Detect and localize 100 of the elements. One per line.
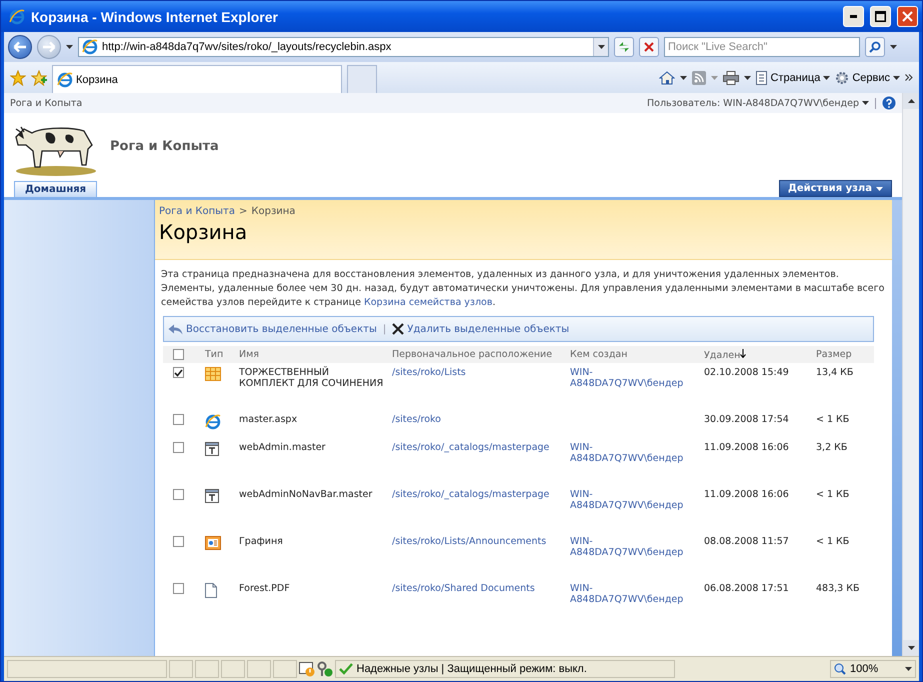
item-size: 3,2 КБ (816, 442, 848, 453)
breadcrumb-separator: > (239, 206, 248, 217)
security-zone: Надежные узлы | Защищенный режим: выкл. (334, 660, 674, 678)
caret-icon[interactable] (66, 45, 73, 49)
column-header[interactable]: Тип (201, 346, 235, 363)
user-menu[interactable]: Пользователь: WIN-A848DA7Q7WV\бендер (647, 98, 869, 108)
caret-icon[interactable] (908, 646, 914, 650)
checkbox[interactable] (173, 367, 184, 378)
caret-icon[interactable] (598, 45, 604, 49)
caret-icon[interactable] (890, 45, 897, 49)
page-icon (756, 70, 768, 84)
deleted-date: 08.08.2008 11:57 (704, 536, 789, 547)
site-tab[interactable]: Домашняя (14, 181, 98, 197)
security-icon[interactable] (316, 661, 332, 677)
page-description: Эта страница предназначена для восстановления элементов, удаленных из данного узла, и для уничтожения удаленных элементов. Элементы, удаленные более чем 30 дн. назад, будут автоматически уничтожены. Для управления удаленными элементами в масштабе всего семейства узлов перейдите к странице Корзина семейства узлов. (161, 268, 886, 310)
restore-button[interactable]: Восстановить выделенные объекты (168, 324, 377, 334)
site-collection-recycle-link[interactable]: Корзина семейства узлов (364, 297, 492, 308)
checkbox[interactable] (173, 442, 184, 453)
checkbox[interactable] (173, 414, 184, 425)
page-menu[interactable]: Страница (756, 70, 830, 84)
location-link[interactable]: /sites/roko/_catalogs/masterpage (392, 442, 550, 453)
column-header[interactable]: Имя (235, 346, 388, 363)
status-pane (220, 660, 244, 678)
back-button[interactable] (8, 35, 32, 59)
created-by-link[interactable]: WIN-A848DA7Q7WV\бендер (570, 442, 688, 464)
sort-down-icon (740, 348, 746, 358)
item-name: master.aspx (239, 414, 298, 425)
checkbox[interactable] (173, 583, 184, 594)
master-page-icon (205, 489, 219, 503)
zoom-control[interactable]: 100% (830, 660, 916, 678)
delete-x-icon (392, 323, 404, 335)
caret-icon (893, 76, 900, 80)
breadcrumb-current: Корзина (251, 206, 296, 217)
deleted-date: 06.08.2008 17:51 (704, 583, 789, 594)
site-breadcrumb[interactable]: Рога и Копыта (10, 98, 82, 108)
column-header[interactable]: Размер (812, 346, 874, 363)
caret-icon (823, 76, 830, 80)
address-field[interactable]: http://win-a848da7q7wv/sites/roko/_layouts/recyclebin.aspx (78, 37, 609, 57)
status-pane (194, 660, 218, 678)
page-icon (82, 39, 98, 55)
print-icon[interactable] (723, 70, 740, 84)
checkbox[interactable] (173, 349, 184, 360)
delete-button[interactable]: Удалить выделенные объекты (392, 323, 570, 335)
column-header[interactable]: Кем создан (566, 346, 700, 363)
refresh-icon (618, 41, 630, 53)
browser-tab[interactable]: Корзина (52, 65, 342, 93)
maximize-button[interactable] (870, 6, 891, 27)
created-by-link[interactable]: WIN-A848DA7Q7WV\бендер (570, 536, 688, 558)
feeds-icon[interactable] (692, 70, 706, 84)
popup-warning-icon[interactable] (298, 661, 314, 677)
location-link[interactable]: /sites/roko/Shared Documents (392, 583, 535, 594)
item-name: webAdminNoNavBar.master (239, 489, 374, 500)
deleted-date: 02.10.2008 15:49 (704, 367, 789, 378)
item-size: < 1 КБ (816, 489, 850, 500)
checkbox[interactable] (173, 536, 184, 547)
forward-button[interactable] (37, 35, 61, 59)
search-field[interactable]: Поиск "Live Search" (664, 37, 860, 57)
site-actions-button[interactable]: Действия узла (778, 180, 892, 197)
page-icon (57, 72, 73, 88)
item-name: Графиня (239, 536, 284, 547)
checkbox[interactable] (173, 489, 184, 500)
favorites-star-icon[interactable] (10, 70, 26, 86)
home-icon[interactable] (659, 70, 676, 86)
caret-icon[interactable] (680, 76, 688, 80)
deleted-date: 30.09.2008 17:54 (704, 414, 789, 425)
window-title: Корзина - Windows Internet Explorer (31, 8, 279, 24)
caret-icon[interactable] (908, 99, 914, 103)
caret-icon[interactable] (744, 76, 752, 80)
toolbar-separator: | (382, 324, 386, 334)
stop-button[interactable] (639, 37, 659, 57)
refresh-button[interactable] (614, 37, 634, 57)
caret-icon (905, 667, 912, 671)
created-by-link[interactable]: WIN-A848DA7Q7WV\бендер (570, 583, 688, 605)
column-header[interactable]: Удален (700, 346, 812, 363)
item-size: 13,4 КБ (816, 367, 854, 378)
more-chevron-icon[interactable] (905, 74, 913, 81)
document-icon (205, 583, 217, 598)
search-icon (869, 41, 881, 53)
page-title: Корзина (159, 220, 248, 244)
minimize-button[interactable] (843, 6, 864, 27)
location-link[interactable]: /sites/roko/_catalogs/masterpage (392, 489, 550, 500)
add-favorite-icon[interactable] (31, 70, 47, 86)
status-pane (246, 660, 270, 678)
item-size: < 1 КБ (816, 536, 850, 547)
deleted-date: 11.09.2008 16:06 (704, 489, 789, 500)
scrollbar[interactable] (902, 93, 919, 656)
gear-icon (835, 70, 850, 84)
status-pane (272, 660, 296, 678)
location-link[interactable]: /sites/roko/Lists/Announcements (392, 536, 546, 547)
breadcrumb-link[interactable]: Рога и Копыта (159, 206, 235, 217)
minimize-icon (850, 15, 857, 18)
column-header[interactable]: Первоначальное расположение (388, 346, 566, 363)
search-button[interactable] (865, 37, 885, 57)
created-by-link[interactable]: WIN-A848DA7Q7WV\бендер (570, 489, 688, 511)
help-icon[interactable] (882, 96, 896, 110)
created-by-link[interactable]: WIN-A848DA7Q7WV\бендер (570, 367, 688, 389)
location-link[interactable]: /sites/roko/Lists (392, 367, 466, 378)
location-link[interactable]: /sites/roko (392, 414, 441, 425)
close-button[interactable] (897, 6, 918, 27)
tools-menu[interactable]: Сервис (835, 70, 900, 84)
